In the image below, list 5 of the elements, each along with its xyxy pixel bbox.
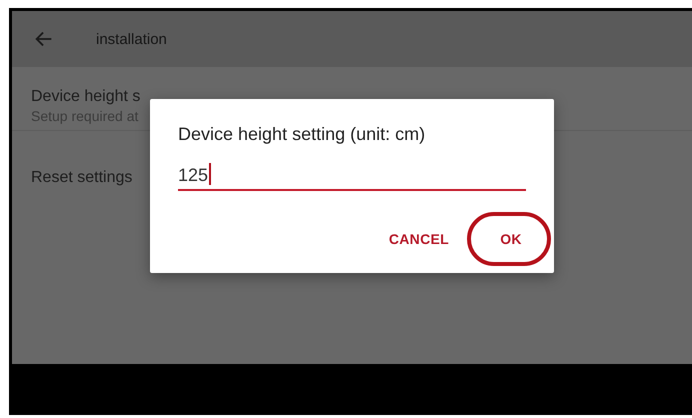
toolbar-title: installation [96,30,167,48]
input-field[interactable]: 125 [178,159,526,191]
dialog-title: Device height setting (unit: cm) [178,124,426,145]
cancel-button[interactable]: CANCEL [378,223,459,255]
ok-button[interactable]: OK [467,212,551,266]
